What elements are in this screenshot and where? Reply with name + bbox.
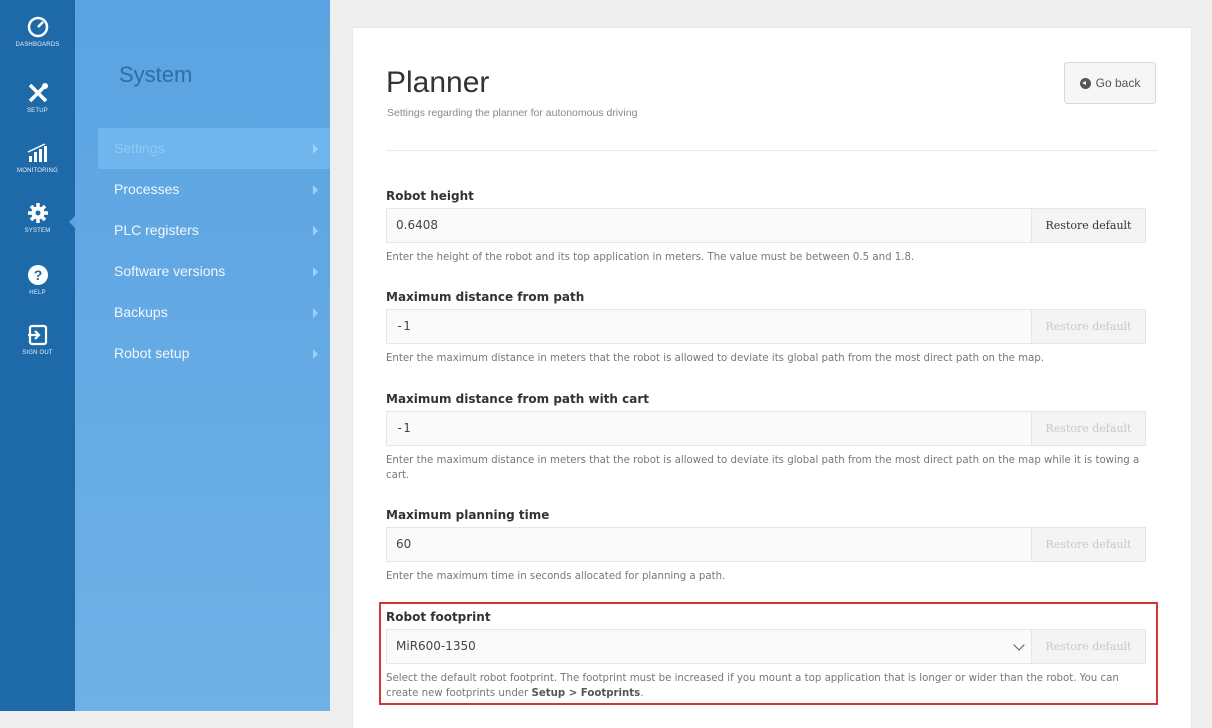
field-label: Maximum distance from path with cart xyxy=(386,392,650,406)
nav-monitoring[interactable]: MONITORING xyxy=(0,140,75,174)
chevron-right-icon xyxy=(313,226,318,236)
sidebar-item-processes[interactable]: Processes xyxy=(98,169,330,210)
nav-system[interactable]: SYSTEM xyxy=(0,200,75,234)
sidebar-title: System xyxy=(119,62,193,87)
arrow-left-circle-icon xyxy=(1079,77,1091,89)
header-divider xyxy=(386,150,1158,151)
page-subtitle: Settings regarding the planner for auton… xyxy=(387,107,638,119)
sidebar-item-label: Settings xyxy=(114,140,165,156)
robot-height-input-row: 0.6408 Restore default xyxy=(386,208,1146,243)
field-label: Robot footprint xyxy=(386,610,491,624)
sidebar-item-backups[interactable]: Backups xyxy=(98,292,330,333)
nav-dashboards-label: DASHBOARDS xyxy=(15,42,60,48)
nav-help-label: HELP xyxy=(29,290,46,296)
max-distance-cart-input-row: -1 Restore default xyxy=(386,411,1146,446)
field-robot-footprint: Robot footprint MiR600-1350 Restore defa… xyxy=(386,608,1146,701)
nav-sign-out[interactable]: SIGN OUT xyxy=(0,322,75,356)
field-max-planning-time: Maximum planning time 60 Restore default… xyxy=(386,506,1146,584)
chevron-right-icon xyxy=(313,185,318,195)
chevron-right-icon xyxy=(313,349,318,359)
footprint-help-body: Select the default robot footprint. The … xyxy=(386,673,1119,699)
restore-default-button[interactable]: Restore default xyxy=(1031,310,1145,343)
nav-setup-label: SETUP xyxy=(26,108,48,114)
monitoring-chart-icon xyxy=(27,143,47,162)
dashboard-gauge-icon xyxy=(27,16,48,38)
sidebar-item-software-versions[interactable]: Software versions xyxy=(98,251,330,292)
chevron-down-icon[interactable] xyxy=(1013,639,1025,651)
restore-default-button[interactable]: Restore default xyxy=(1031,528,1145,561)
planner-settings-card: Planner Settings regarding the planner f… xyxy=(353,28,1191,728)
robot-footprint-select[interactable]: MiR600-1350 xyxy=(396,630,476,663)
robot-footprint-select-row: MiR600-1350 Restore default xyxy=(386,629,1146,664)
sidebar-item-robot-setup[interactable]: Robot setup xyxy=(98,333,330,374)
field-label: Maximum distance from path xyxy=(386,290,585,304)
field-label: Maximum planning time xyxy=(386,508,550,522)
chevron-right-icon xyxy=(313,144,318,154)
field-max-distance-from-path: Maximum distance from path -1 Restore de… xyxy=(386,288,1146,366)
restore-default-button[interactable]: Restore default xyxy=(1031,412,1145,445)
footprint-help-end: . xyxy=(640,688,644,699)
gear-icon xyxy=(27,203,48,223)
max-distance-cart-input[interactable]: -1 xyxy=(396,412,410,445)
main-nav-rail: DASHBOARDS SETUP MONITORING SYSTEM ? HEL… xyxy=(0,0,75,711)
nav-system-label: SYSTEM xyxy=(24,228,51,234)
field-help-text: Enter the maximum time in seconds alloca… xyxy=(386,571,726,582)
sidebar-item-label: Software versions xyxy=(114,263,226,279)
svg-text:?: ? xyxy=(33,267,42,283)
field-label: Robot height xyxy=(386,189,474,203)
restore-default-button[interactable]: Restore default xyxy=(1031,209,1145,242)
field-help-text: Enter the height of the robot and its to… xyxy=(386,252,915,263)
sidebar-item-label: Processes xyxy=(114,181,180,197)
field-help-text: Enter the maximum distance in meters tha… xyxy=(386,455,1140,481)
system-sidebar: System Settings Processes PLC registers … xyxy=(75,0,330,711)
restore-default-button[interactable]: Restore default xyxy=(1031,630,1145,663)
max-distance-input-row: -1 Restore default xyxy=(386,309,1146,344)
page-title: Planner xyxy=(386,66,490,99)
nav-dashboards[interactable]: DASHBOARDS xyxy=(0,14,75,48)
sidebar-item-label: Backups xyxy=(114,304,168,320)
sidebar-menu: Settings Processes PLC registers Softwar… xyxy=(98,128,330,374)
max-distance-input[interactable]: -1 xyxy=(396,310,410,343)
tools-icon xyxy=(28,83,48,103)
sidebar-item-label: Robot setup xyxy=(114,345,190,361)
go-back-button[interactable]: Go back xyxy=(1064,62,1156,104)
sign-out-icon xyxy=(27,324,47,346)
help-question-icon: ? xyxy=(27,265,48,285)
sidebar-item-label: PLC registers xyxy=(114,222,199,238)
chevron-right-icon xyxy=(313,267,318,277)
planning-time-input-row: 60 Restore default xyxy=(386,527,1146,562)
footprints-link[interactable]: Setup > Footprints xyxy=(532,688,641,699)
field-help-text: Enter the maximum distance in meters tha… xyxy=(386,353,1045,364)
field-max-distance-with-cart: Maximum distance from path with cart -1 … xyxy=(386,390,1146,483)
go-back-label: Go back xyxy=(1095,76,1141,90)
robot-height-input[interactable]: 0.6408 xyxy=(396,209,438,242)
nav-setup[interactable]: SETUP xyxy=(0,80,75,114)
field-help-text: Select the default robot footprint. The … xyxy=(386,671,1146,701)
nav-help[interactable]: ? HELP xyxy=(0,262,75,296)
sidebar-item-settings[interactable]: Settings xyxy=(98,128,330,169)
sidebar-item-plc-registers[interactable]: PLC registers xyxy=(98,210,330,251)
chevron-right-icon xyxy=(313,308,318,318)
nav-monitoring-label: MONITORING xyxy=(17,168,58,174)
planning-time-input[interactable]: 60 xyxy=(396,528,411,561)
field-robot-height: Robot height 0.6408 Restore default Ente… xyxy=(386,187,1146,265)
nav-sign-out-label: SIGN OUT xyxy=(22,350,53,356)
